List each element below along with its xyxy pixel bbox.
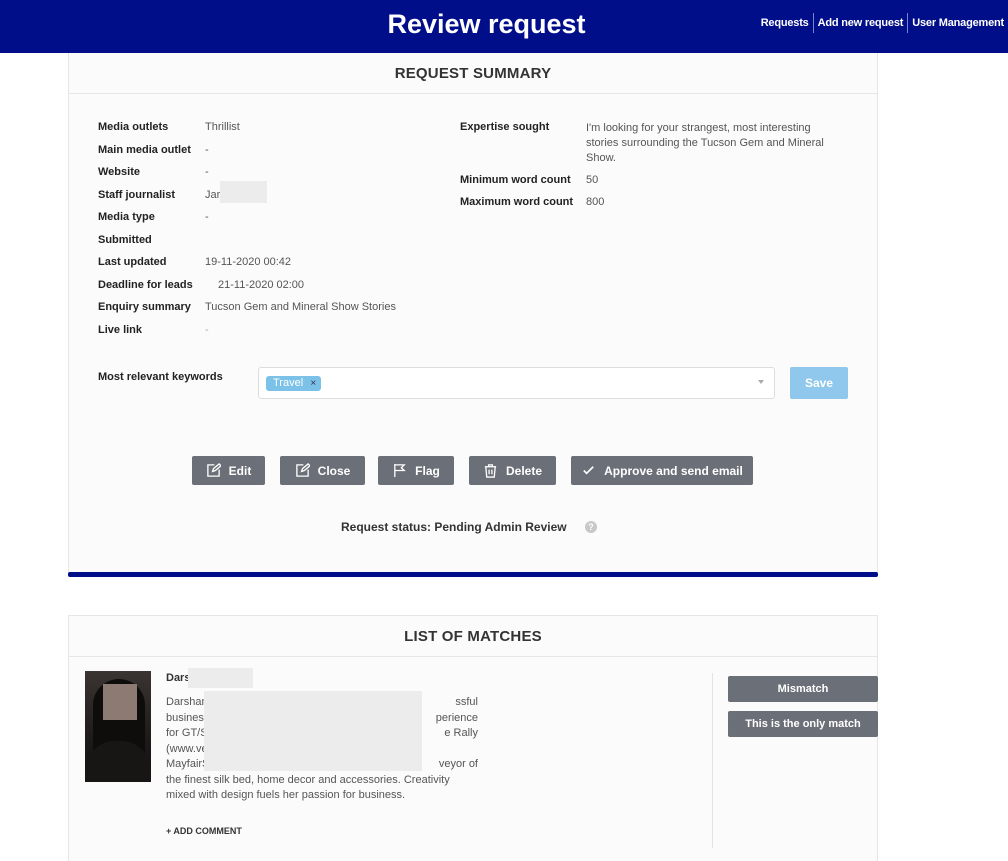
bio-fragment [418, 742, 478, 758]
list-of-matches-card: LIST OF MATCHES Dars Darshan business fo… [68, 615, 878, 861]
main-media-outlet-value: - [205, 144, 209, 156]
live-link-label: Live link [98, 324, 143, 336]
request-summary-card: REQUEST SUMMARY Media outlets Thrillist … [68, 53, 878, 577]
media-type-value: - [205, 211, 209, 223]
trash-icon [484, 464, 497, 478]
match-divider [712, 673, 713, 848]
bio-fragment: e Rally [444, 727, 478, 739]
help-icon[interactable]: ? [585, 521, 597, 533]
keywords-label: Most relevant keywords [98, 371, 223, 383]
list-of-matches-heading: LIST OF MATCHES [69, 616, 877, 657]
avatar [85, 671, 151, 782]
add-comment-link[interactable]: + ADD COMMENT [166, 826, 242, 836]
delete-button[interactable]: Delete [469, 456, 556, 485]
nav-add-new-request[interactable]: Add new request [812, 13, 908, 33]
delete-button-label: Delete [505, 463, 543, 478]
website-label: Website [98, 166, 140, 178]
keywords-select[interactable]: Travel × [258, 367, 775, 399]
expertise-sought-value: I'm looking for your strangest, most int… [586, 122, 824, 164]
live-link-value[interactable]: - [205, 324, 209, 336]
save-button[interactable]: Save [790, 367, 848, 399]
bio-fragment: ssful [455, 696, 478, 708]
close-edit-icon [295, 463, 310, 477]
main-media-outlet-label: Main media outlet [98, 144, 191, 156]
check-icon [583, 466, 594, 475]
media-outlets-label: Media outlets [98, 121, 169, 133]
match-bio-right: ssful perience e Rally veyor of [418, 695, 478, 773]
keyword-tag-label: Travel [273, 377, 304, 389]
edit-icon [206, 463, 221, 477]
bio-line: mixed with design fuels her passion for … [166, 789, 406, 801]
approve-button-label: Approve and send email [604, 463, 743, 478]
maximum-word-count-label: Maximum word count [460, 196, 574, 208]
flag-icon [394, 463, 406, 478]
last-updated-label: Last updated [98, 256, 167, 268]
keyword-tag: Travel × [266, 376, 322, 391]
request-summary-heading: REQUEST SUMMARY [69, 53, 877, 94]
chevron-down-icon[interactable] [758, 380, 764, 384]
last-updated-value: 19-11-2020 00:42 [205, 256, 292, 268]
redacted-area [220, 181, 267, 203]
bio-fragment: veyor of [438, 758, 478, 770]
redacted-area [204, 691, 422, 771]
nav-user-management[interactable]: User Management [907, 13, 1008, 33]
approve-send-email-button[interactable]: Approve and send email [571, 456, 753, 485]
bio-fragment: perience [435, 711, 478, 724]
media-outlets-value: Thrillist [205, 121, 240, 133]
match-name[interactable]: Dars [166, 672, 190, 684]
minimum-word-count-value: 50 [586, 174, 599, 186]
redacted-area [188, 668, 253, 688]
edit-button-label: Edit [228, 463, 252, 478]
enquiry-summary-label: Enquiry summary [98, 301, 191, 313]
close-button[interactable]: Close [280, 456, 365, 485]
enquiry-summary-value: Tucson Gem and Mineral Show Stories [205, 301, 396, 313]
staff-journalist-label: Staff journalist [98, 189, 176, 201]
close-button-label: Close [317, 463, 351, 478]
deadline-for-leads-label: Deadline for leads [98, 279, 193, 291]
edit-button[interactable]: Edit [192, 456, 265, 485]
flag-button-label: Flag [415, 463, 440, 478]
deadline-for-leads-value: 21-11-2020 02:00 [218, 279, 305, 291]
minimum-word-count-label: Minimum word count [460, 174, 571, 186]
submitted-label: Submitted [98, 234, 152, 246]
media-type-label: Media type [98, 211, 155, 223]
bio-line: the finest silk bed, home decor and acce… [166, 773, 450, 786]
card-bottom-bar [68, 572, 878, 577]
request-status: Request status: Pending Admin Review [341, 520, 567, 534]
maximum-word-count-value: 800 [586, 196, 605, 208]
staff-journalist-value: Jar [205, 189, 221, 201]
expertise-sought-label: Expertise sought [460, 121, 550, 133]
only-match-button[interactable]: This is the only match [728, 711, 878, 737]
nav-requests[interactable]: Requests [757, 13, 813, 33]
remove-tag-icon[interactable]: × [310, 376, 316, 391]
website-value: - [205, 166, 209, 178]
top-bar: Review request Requests Add new request … [0, 0, 1008, 53]
flag-button[interactable]: Flag [378, 456, 454, 485]
mismatch-button[interactable]: Mismatch [728, 676, 878, 702]
top-nav: Requests Add new request User Management [757, 13, 1008, 33]
